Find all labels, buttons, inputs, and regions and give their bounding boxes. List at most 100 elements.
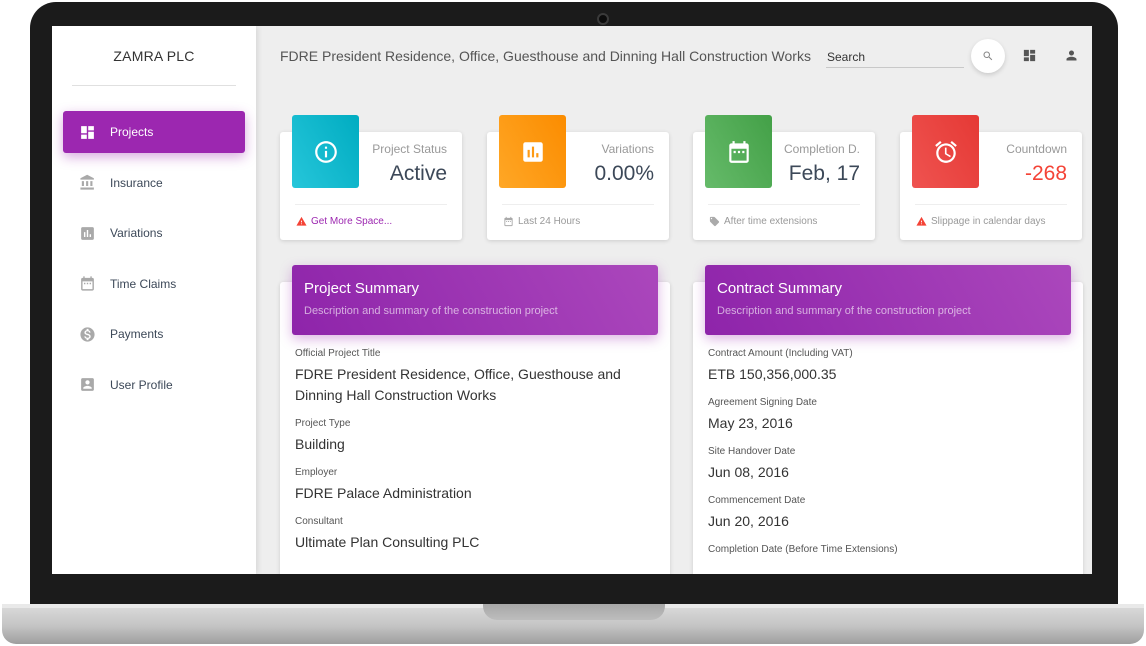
tag-icon [709,216,720,227]
field-consultant: Consultant Ultimate Plan Consulting PLC [295,516,650,553]
field-label: Consultant [295,516,343,527]
bank-icon [78,174,96,192]
panel-subtitle: Description and summary of the construct… [304,305,558,317]
stat-footer: Last 24 Hours [503,216,580,227]
sidebar: ZAMRA PLC Projects Insurance Variations [52,26,256,574]
stat-footer: After time extensions [709,216,817,227]
info-icon [314,140,337,163]
divider [295,204,447,205]
field-agreement-signing-date: Agreement Signing Date May 23, 2016 [708,397,1063,434]
stat-card-completion-date: Completion D. Feb, 17 After time extensi… [693,115,875,240]
field-label: Completion Date (Before Time Extensions) [708,544,898,555]
calendar-icon [78,275,96,293]
search-field [826,48,964,68]
panel-header: Project Summary Description and summary … [292,265,658,335]
person-icon [1066,50,1076,60]
sidebar-item-user-profile[interactable]: User Profile [63,364,245,406]
stat-value: Feb, 17 [788,162,860,185]
divider [502,204,654,205]
stat-icon-box [705,115,772,188]
warning-icon [296,216,307,226]
stat-footer: Slippage in calendar days [916,216,1046,227]
stat-footer-text: After time extensions [724,216,818,227]
field-project-type: Project Type Building [295,418,650,455]
dollar-circle-icon [78,325,96,343]
search-button[interactable] [971,39,1005,73]
sidebar-nav: Projects Insurance Variations Time Claim… [63,111,245,414]
stat-label: Variations [601,142,654,156]
field-label: Project Type [295,418,351,429]
sidebar-item-projects[interactable]: Projects [63,111,245,153]
stat-footer-text: Slippage in calendar days [931,216,1046,227]
field-value: Jun 20, 2016 [708,513,789,529]
sidebar-item-label: Insurance [110,175,163,190]
field-list: Official Project Title FDRE President Re… [295,348,650,565]
stat-label: Completion D. [783,142,860,156]
divider [915,204,1067,205]
field-commencement-date: Commencement Date Jun 20, 2016 [708,495,1063,532]
stat-footer: Get More Space... [296,216,392,227]
search-icon [983,51,993,61]
bar-chart-icon [522,141,543,162]
search-input[interactable] [826,50,956,64]
sidebar-item-label: Time Claims [110,276,177,291]
field-contract-amount: Contract Amount (Including VAT) ETB 150,… [708,348,1063,385]
divider [708,204,860,205]
webcam [597,13,609,25]
field-value: Jun 08, 2016 [708,464,789,480]
sidebar-item-label: User Profile [110,377,173,392]
account-box-icon [78,376,96,394]
dashboard-button[interactable] [1020,46,1038,64]
sidebar-item-time-claims[interactable]: Time Claims [63,263,245,305]
brand-logo-text[interactable]: ZAMRA PLC [72,26,236,86]
dashboard-icon [78,123,96,141]
field-label: Official Project Title [295,348,381,359]
laptop-notch [483,604,665,620]
stat-footer-text: Last 24 Hours [518,216,581,227]
warning-icon [916,216,927,226]
field-label: Site Handover Date [708,446,796,457]
stat-card-countdown: Countdown -268 Slippage in calendar days [900,115,1082,240]
calendar-icon [728,140,749,163]
field-value: Ultimate Plan Consulting PLC [295,534,480,550]
bar-chart-icon [78,224,96,242]
field-completion-date-before-extensions: Completion Date (Before Time Extensions) [708,544,1063,555]
screen: ZAMRA PLC Projects Insurance Variations [52,26,1092,574]
field-value: ETB 150,356,000.35 [708,366,837,382]
get-more-space-link[interactable]: Get More Space... [311,216,392,227]
field-value: May 23, 2016 [708,415,793,431]
panel-title: Project Summary [304,280,420,297]
panel-header: Contract Summary Description and summary… [705,265,1071,335]
field-site-handover-date: Site Handover Date Jun 08, 2016 [708,446,1063,483]
stat-card-project-status: Project Status Active Get More Space... [280,115,462,240]
user-button[interactable] [1062,46,1080,64]
field-label: Contract Amount (Including VAT) [708,348,853,359]
stat-icon-box [292,115,359,188]
field-value: FDRE President Residence, Office, Guesth… [295,366,621,403]
sidebar-item-payments[interactable]: Payments [63,313,245,355]
stat-value: -268 [1024,162,1067,185]
stat-label: Project Status [372,142,447,156]
field-employer: Employer FDRE Palace Administration [295,467,650,504]
calendar-icon [504,216,513,227]
field-list: Contract Amount (Including VAT) ETB 150,… [708,348,1063,567]
sidebar-item-insurance[interactable]: Insurance [63,162,245,204]
field-label: Agreement Signing Date [708,397,817,408]
page-title: FDRE President Residence, Office, Guesth… [280,48,811,64]
contract-summary-panel: Contract Summary Description and summary… [693,265,1083,574]
sidebar-item-variations[interactable]: Variations [63,212,245,254]
stat-value: Active [389,162,447,185]
field-official-title: Official Project Title FDRE President Re… [295,348,650,406]
field-value: Building [295,436,345,452]
stat-icon-box [912,115,979,188]
stat-icon-box [499,115,566,188]
panel-subtitle: Description and summary of the construct… [717,305,971,317]
sidebar-item-label: Projects [110,125,154,139]
stat-label: Countdown [1006,142,1067,156]
project-summary-panel: Project Summary Description and summary … [280,265,670,574]
field-value: FDRE Palace Administration [295,485,472,501]
field-label: Commencement Date [708,495,806,506]
stat-value: 0.00% [594,162,654,185]
dashboard-icon [1023,49,1035,61]
sidebar-item-label: Payments [110,327,164,341]
